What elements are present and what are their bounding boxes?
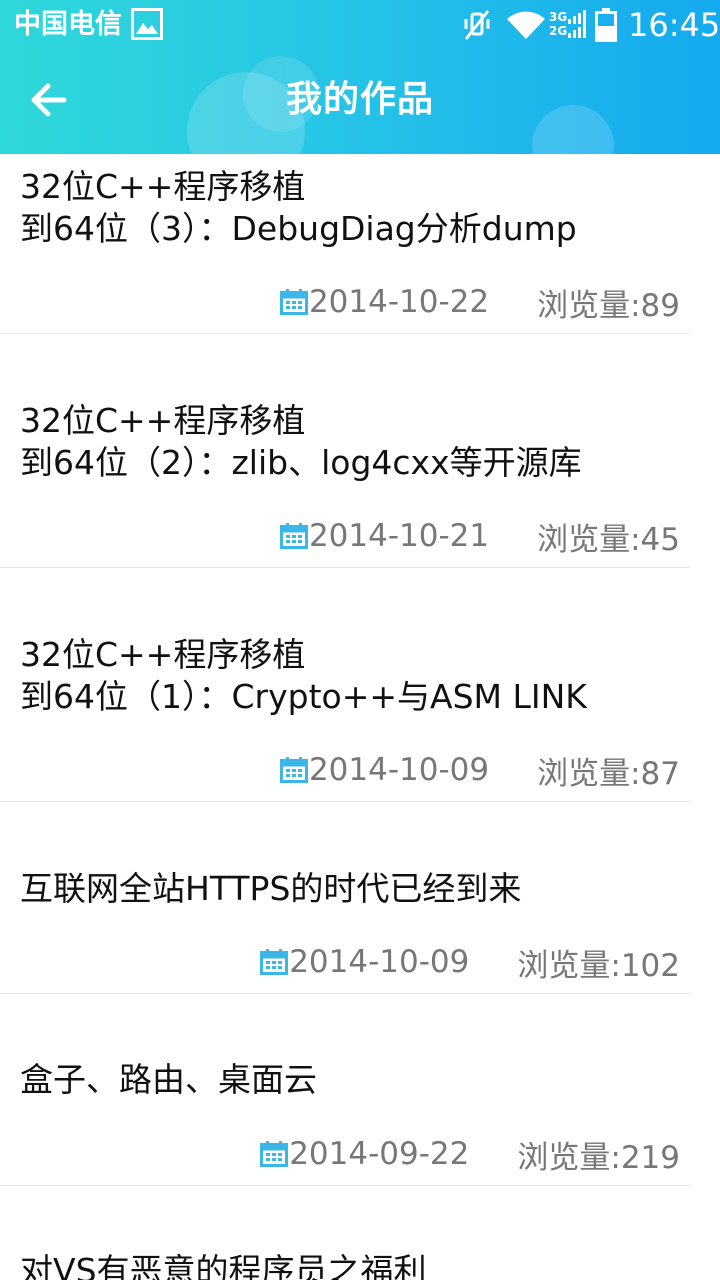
article-views: 浏览量:45 [537, 521, 680, 558]
article-title: 互联网全站HTTPS的时代已经到来 [20, 869, 522, 908]
network-2g-label: 2G [549, 24, 568, 38]
calendar-icon [260, 949, 289, 975]
article-views: 浏览量:219 [517, 1139, 680, 1176]
list-item[interactable]: 互联网全站HTTPS的时代已经到来 2014-10-09 浏览量:102 [0, 802, 690, 994]
article-date: 2014-10-21 [308, 518, 490, 554]
list-item[interactable]: 32位C++程序移植 到64位（2）：zlib、log4cxx等开源库 2014… [0, 334, 690, 568]
status-bar: 中国电信 3G 2G 16:45 [0, 0, 720, 50]
list-item[interactable]: 盒子、路由、桌面云 2014-09-22 浏览量:219 [0, 994, 690, 1186]
article-title: 对VS有恶意的程序员之福利 [20, 1251, 427, 1280]
calendar-icon [279, 757, 308, 783]
calendar-icon [260, 1141, 289, 1167]
article-views: 浏览量:102 [517, 947, 680, 984]
calendar-icon [279, 523, 308, 549]
article-meta: 2014-10-09 浏览量:87 [279, 750, 680, 792]
article-date: 2014-10-09 [289, 944, 470, 980]
article-title: 32位C++程序移植 到64位（1）：Crypto++与ASM LINK [20, 635, 587, 716]
article-date: 2014-10-22 [308, 284, 490, 320]
article-meta: 2014-10-09 浏览量:102 [260, 942, 680, 984]
list-item[interactable]: 对VS有恶意的程序员之福利 [0, 1186, 690, 1280]
gallery-icon [131, 8, 163, 40]
article-meta: 2014-09-22 浏览量:219 [260, 1134, 680, 1176]
app-header: 中国电信 3G 2G 16:45 我的作品 [0, 0, 720, 154]
carrier-label: 中国电信 [14, 9, 122, 40]
battery-icon [595, 8, 617, 42]
article-title: 盒子、路由、桌面云 [20, 1060, 317, 1099]
article-title: 32位C++程序移植 到64位（3）：DebugDiag分析dump [20, 167, 577, 248]
article-meta: 2014-10-21 浏览量:45 [279, 516, 680, 558]
article-date: 2014-10-09 [308, 752, 490, 788]
screen: 中国电信 3G 2G 16:45 我的作品 32位C++程序移植 到64位（3）… [0, 0, 720, 1280]
wifi-icon [507, 11, 545, 39]
works-list: 32位C++程序移植 到64位（3）：DebugDiag分析dump 2014-… [0, 154, 720, 1280]
article-views: 浏览量:89 [537, 287, 680, 324]
article-date: 2014-09-22 [289, 1136, 470, 1172]
article-title: 32位C++程序移植 到64位（2）：zlib、log4cxx等开源库 [20, 401, 582, 482]
calendar-icon [279, 289, 308, 315]
article-views: 浏览量:87 [537, 755, 680, 792]
network-3g-label: 3G [549, 10, 568, 24]
list-item[interactable]: 32位C++程序移植 到64位（3）：DebugDiag分析dump 2014-… [0, 154, 690, 334]
page-title: 我的作品 [285, 79, 434, 120]
vibrate-mute-icon [464, 10, 490, 40]
list-item[interactable]: 32位C++程序移植 到64位（1）：Crypto++与ASM LINK 201… [0, 568, 690, 802]
clock: 16:45 [628, 6, 720, 44]
article-meta: 2014-10-22 浏览量:89 [279, 282, 680, 324]
signal-3g-icon [568, 10, 586, 24]
signal-2g-icon [568, 24, 586, 38]
